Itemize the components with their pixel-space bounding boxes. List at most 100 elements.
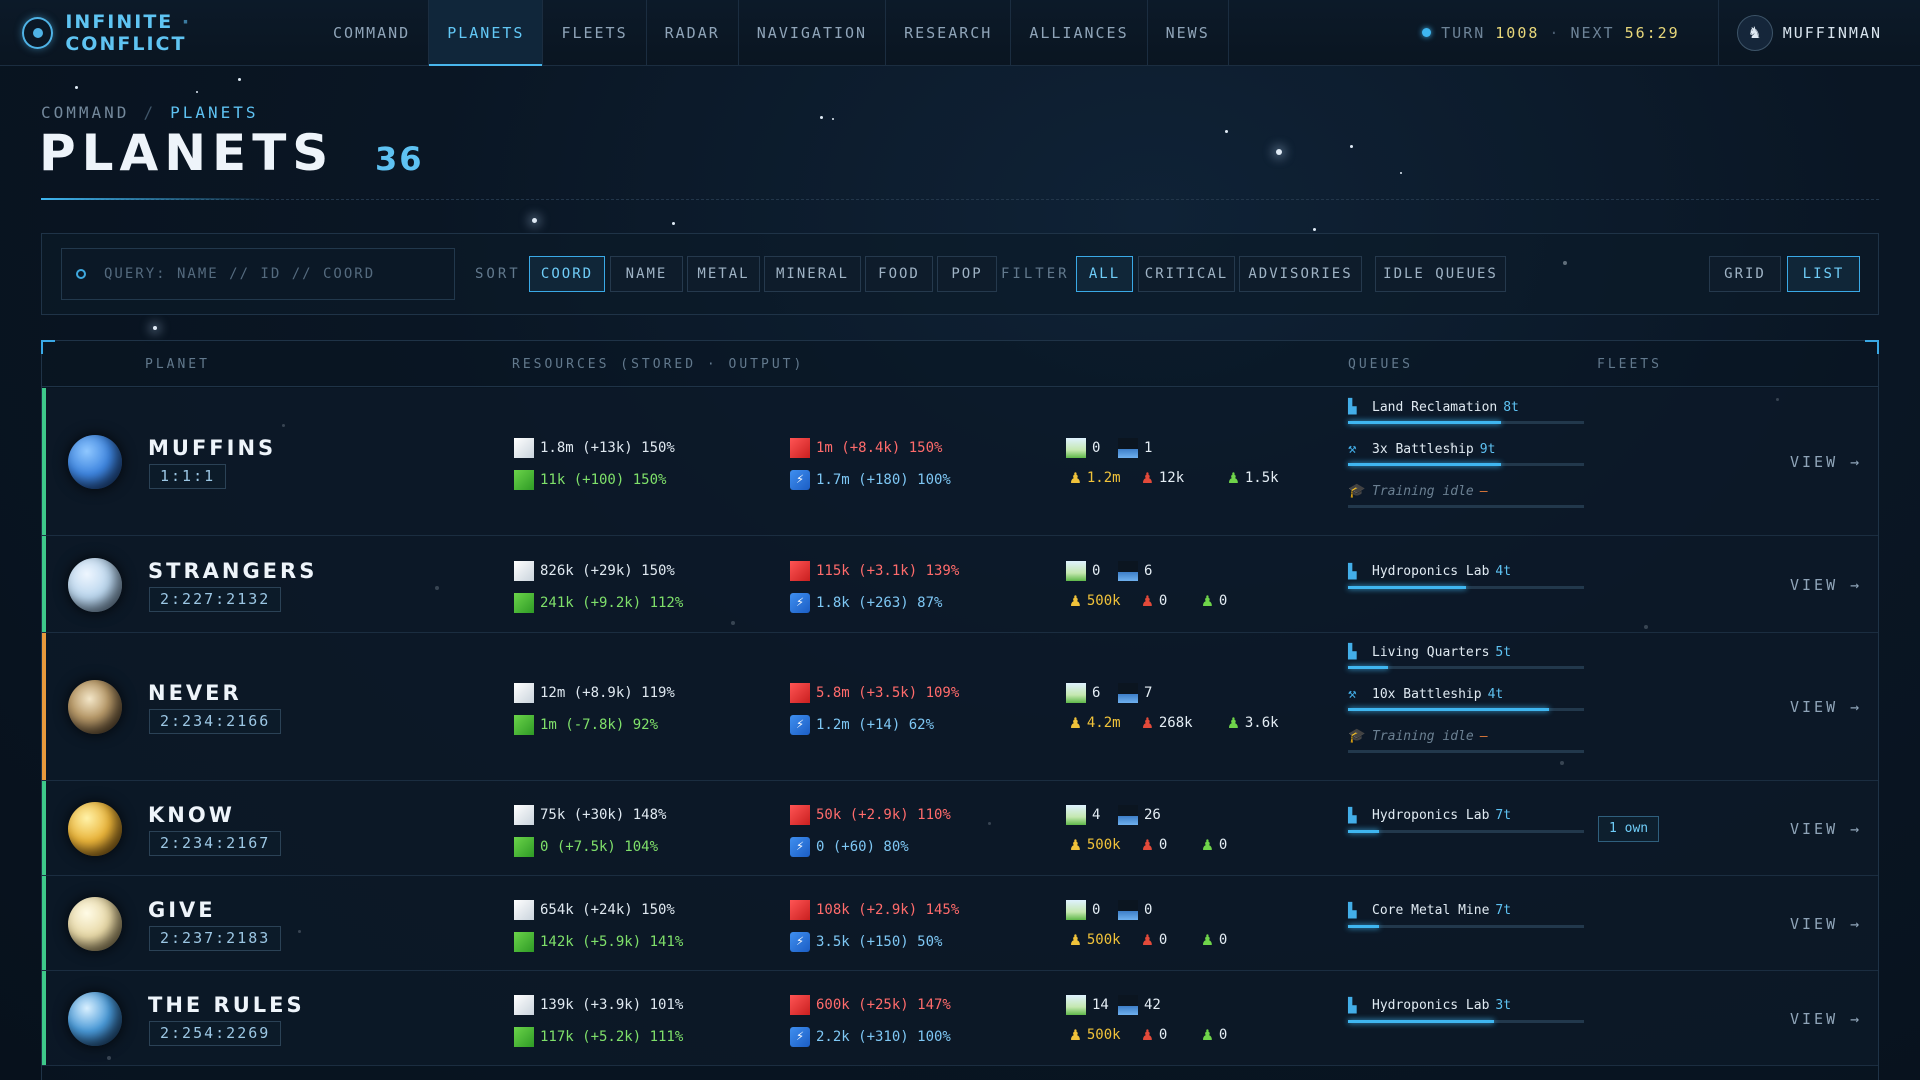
turn-label: TURN (1441, 23, 1486, 42)
planet-name[interactable]: THE RULES (148, 993, 305, 1017)
page-title: PLANETS (39, 124, 335, 182)
civilian-icon: ♟ (1228, 712, 1239, 733)
planet-name[interactable]: KNOW (148, 803, 235, 827)
planet-image (68, 557, 122, 612)
table-row[interactable]: THE RULES 2:254:2269 139k (+3.9k) 101% 117k… (42, 971, 1878, 1066)
turn-value: 1008 (1495, 23, 1540, 42)
nav-item-news[interactable]: NEWS (1148, 0, 1229, 65)
planet-name[interactable]: MUFFINS (148, 436, 276, 460)
population-stat: ♟ 1.2m (1070, 467, 1121, 488)
hammer-icon: ⚒ (1348, 686, 1357, 702)
planet-coord[interactable]: 2:237:2183 (149, 925, 282, 951)
metal-icon (514, 899, 534, 920)
nav-item-alliances[interactable]: ALLIANCES (1011, 0, 1148, 65)
list-view-button[interactable]: LIST (1787, 256, 1860, 292)
queue-progress-bar (1348, 1019, 1584, 1023)
filter-idle-queues-button[interactable]: IDLE QUEUES (1375, 256, 1506, 292)
search-input[interactable] (104, 266, 434, 282)
food-stat: 0 (+7.5k) 104% (514, 836, 658, 857)
sort-food-button[interactable]: FOOD (865, 256, 933, 292)
sort-pop-button[interactable]: POP (937, 256, 997, 292)
view-planet-button[interactable]: VIEW → (1790, 915, 1862, 933)
planet-coord[interactable]: 2:234:2166 (149, 709, 282, 734)
status-accent (42, 876, 46, 970)
graduation-cap-icon: 🎓 (1348, 728, 1366, 744)
planet-name[interactable]: STRANGERS (148, 559, 317, 583)
nav-item-command[interactable]: COMMAND (315, 0, 430, 65)
queue-item[interactable]: ▙ Hydroponics Lab 3t (1348, 998, 1584, 1023)
food-stat: 11k (+100) 150% (514, 470, 666, 490)
view-planet-button[interactable]: VIEW → (1790, 698, 1862, 716)
filter-advisories-button[interactable]: ADVISORIES (1239, 256, 1362, 292)
mineral-icon (790, 899, 810, 920)
metal-icon (514, 438, 534, 458)
table-row[interactable]: KNOW 2:234:2167 75k (+30k) 148% 0 (+7.5k) 1… (42, 781, 1878, 876)
metal-stat: 75k (+30k) 148% (514, 804, 666, 825)
sort-coord-button[interactable]: COORD (529, 256, 605, 292)
view-planet-button[interactable]: VIEW → (1790, 576, 1862, 594)
user-menu[interactable]: ♞ MUFFINMAN (1717, 0, 1920, 65)
grid-view-button[interactable]: GRID (1709, 256, 1781, 292)
civilian-stat: ♟ 3.6k (1228, 712, 1279, 733)
brand[interactable]: INFINITE · CONFLICT (0, 0, 315, 65)
sort-mineral-button[interactable]: MINERAL (764, 256, 861, 292)
breadcrumb-root[interactable]: COMMAND (41, 103, 129, 122)
queue-item[interactable]: ▙ Hydroponics Lab 4t (1348, 564, 1584, 589)
queue-item[interactable]: ▙ Living Quarters 5t (1348, 644, 1584, 669)
table-row[interactable]: NEVER 2:234:2166 12m (+8.9k) 119% 1m (-7.8k… (42, 633, 1878, 781)
land-icon (1066, 438, 1086, 458)
planet-coord[interactable]: 2:227:2132 (149, 586, 282, 612)
queue-item[interactable]: 🎓 Training idle — (1348, 728, 1584, 753)
filter-critical-button[interactable]: CRITICAL (1138, 256, 1235, 292)
nav-item-planets[interactable]: PLANETS (429, 0, 544, 66)
view-planet-button[interactable]: VIEW → (1790, 1010, 1862, 1028)
fleet-badge[interactable]: 1 own (1598, 815, 1660, 842)
planet-name[interactable]: NEVER (148, 681, 242, 705)
mineral-stat: 1m (+8.4k) 150% (790, 438, 942, 458)
column-queues: QUEUES (1348, 357, 1413, 372)
queue-item[interactable]: ▙ Core Metal Mine 7t (1348, 903, 1584, 928)
water-icon (1118, 994, 1138, 1015)
water-icon (1118, 438, 1138, 458)
sort-name-button[interactable]: NAME (610, 256, 683, 292)
population-stat: ♟ 500k (1070, 833, 1121, 855)
civilian-icon: ♟ (1202, 589, 1213, 611)
land-stat: 0 (1066, 560, 1100, 581)
military-icon: ♟ (1142, 833, 1153, 855)
avatar: ♞ (1736, 14, 1773, 51)
queue-item[interactable]: ⚒ 3x Battleship 9t (1348, 441, 1584, 466)
planet-coord[interactable]: 2:254:2269 (149, 1020, 282, 1046)
mineral-stat: 50k (+2.9k) 110% (790, 804, 951, 825)
queue-item[interactable]: 🎓 Training idle — (1348, 483, 1584, 508)
population-icon: ♟ (1070, 589, 1081, 611)
water-icon (1118, 804, 1138, 825)
factory-icon: ▙ (1348, 563, 1357, 580)
nav-item-research[interactable]: RESEARCH (886, 0, 1012, 65)
queue-item[interactable]: ▙ Hydroponics Lab 7t (1348, 808, 1584, 833)
planet-coord[interactable]: 1:1:1 (149, 464, 227, 489)
table-row[interactable]: MUFFINS 1:1:1 1.8m (+13k) 150% 11k (+100) 1… (42, 388, 1878, 536)
view-planet-button[interactable]: VIEW → (1790, 453, 1862, 471)
sort-metal-button[interactable]: METAL (687, 256, 760, 292)
table-row[interactable]: GIVE 2:237:2183 654k (+24k) 150% 142k (+5.9… (42, 876, 1878, 971)
energy-stat: ⚡ 1.8k (+263) 87% (790, 592, 942, 613)
mineral-stat: 115k (+3.1k) 139% (790, 560, 959, 581)
nav-item-navigation[interactable]: NAVIGATION (739, 0, 887, 65)
land-icon (1066, 994, 1086, 1015)
mineral-icon (790, 804, 810, 825)
planet-name[interactable]: GIVE (148, 898, 216, 922)
queue-item[interactable]: ⚒ 10x Battleship 4t (1348, 686, 1584, 711)
search-box[interactable] (61, 248, 455, 300)
queue-item[interactable]: ▙ Land Reclamation 8t (1348, 399, 1584, 424)
table-header: PLANET RESOURCES (STORED · OUTPUT) QUEUE… (42, 341, 1878, 387)
filter-all-button[interactable]: ALL (1076, 256, 1133, 292)
land-icon (1066, 804, 1086, 825)
table-row[interactable]: STRANGERS 2:227:2132 826k (+29k) 150% 241k … (42, 536, 1878, 633)
nav-item-radar[interactable]: RADAR (647, 0, 739, 65)
status-accent (42, 971, 46, 1065)
view-planet-button[interactable]: VIEW → (1790, 820, 1862, 838)
brand-name: INFINITE · CONFLICT (65, 10, 192, 55)
food-stat: 1m (-7.8k) 92% (514, 715, 658, 735)
planet-coord[interactable]: 2:234:2167 (149, 830, 282, 856)
nav-item-fleets[interactable]: FLEETS (543, 0, 647, 65)
